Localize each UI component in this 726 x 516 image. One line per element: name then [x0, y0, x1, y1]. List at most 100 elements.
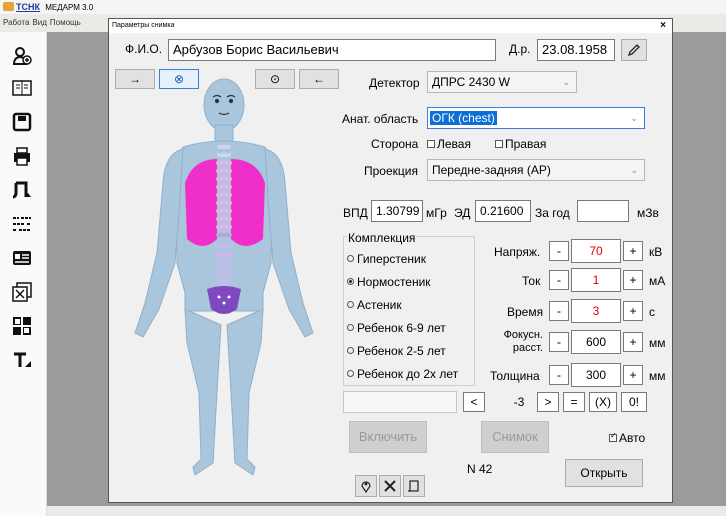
current-minus-button[interactable]: - [549, 270, 569, 290]
add-patient-icon[interactable] [10, 44, 34, 68]
anat-label: Анат. область [342, 112, 419, 126]
voltage-minus-button[interactable]: - [549, 241, 569, 261]
time-unit: с [649, 305, 655, 319]
focus-label-line1: Фокусн. [503, 329, 543, 341]
menu-work[interactable]: Работа [3, 18, 29, 27]
shot-button[interactable]: Снимок [481, 421, 549, 453]
build-option-child-under-2[interactable]: Ребенок до 2х лет [347, 367, 458, 381]
focus-minus-button[interactable]: - [549, 332, 569, 352]
time-minus-button[interactable]: - [549, 301, 569, 321]
thickness-label: Толщина [490, 369, 540, 383]
focus-label: Фокусн. расст. [497, 329, 543, 355]
detector-select[interactable]: ДПРС 2430 W ⌄ [427, 71, 577, 93]
time-label: Время [507, 305, 544, 319]
voltage-unit: кВ [649, 245, 663, 259]
build-option-child-6-9[interactable]: Ребенок 6-9 лет [347, 321, 446, 335]
voltage-plus-button[interactable]: + [623, 241, 643, 261]
build-option-text: Ребенок 6-9 лет [357, 321, 446, 335]
body-silhouette[interactable] [113, 63, 341, 491]
side-right-checkbox[interactable]: Правая [495, 137, 546, 151]
vpd-unit: мГр [426, 206, 447, 220]
id-card-icon[interactable] [10, 246, 34, 270]
build-option-asthenic[interactable]: Астеник [347, 298, 402, 312]
build-option-text: Нормостеник [357, 275, 431, 289]
build-option-text: Ребенок 2-5 лет [357, 344, 446, 358]
app-title: МЕДАРМ 3.0 [45, 3, 94, 12]
auto-checkbox[interactable]: Авто [609, 431, 645, 445]
close-window-icon[interactable] [10, 280, 34, 304]
checkbox-icon [427, 139, 435, 148]
time-field[interactable]: 3 [571, 299, 621, 323]
build-option-text: Астеник [357, 298, 402, 312]
focus-field[interactable]: 600 [571, 330, 621, 354]
text-tool-icon[interactable] [10, 348, 34, 372]
fio-label: Ф.И.О. [125, 42, 163, 56]
thickness-minus-button[interactable]: - [549, 365, 569, 385]
wrench-icon [384, 480, 396, 492]
calc-lt-button[interactable]: < [463, 392, 485, 412]
current-label: Ток [522, 274, 541, 288]
save-icon[interactable] [10, 110, 34, 134]
focus-label-line2: расст. [512, 342, 543, 354]
menu-help[interactable]: Помощь [50, 18, 81, 27]
side-left-checkbox[interactable]: Левая [427, 137, 471, 151]
current-field[interactable]: 1 [571, 268, 621, 292]
calc-gt-button[interactable]: > [537, 392, 559, 412]
calc-display[interactable] [343, 391, 457, 413]
fio-field[interactable]: Арбузов Борис Васильевич [168, 39, 496, 61]
grid-icon[interactable] [10, 314, 34, 338]
projection-select[interactable]: Передне-задняя (AP) ⌄ [427, 159, 645, 181]
checkbox-icon [495, 139, 503, 148]
vpd-label: ВПД [343, 206, 368, 220]
radio-icon [347, 301, 354, 309]
journal-icon[interactable] [10, 178, 34, 202]
radio-icon [347, 370, 354, 378]
side-right-text: Правая [505, 137, 547, 151]
status-strip [46, 506, 726, 516]
shot-parameters-dialog: Параметры снимка × Ф.И.О. Арбузов Борис … [108, 18, 673, 503]
dob-label: Д.р. [509, 42, 531, 56]
detector-label: Детектор [369, 76, 420, 90]
auto-text: Авто [619, 431, 646, 445]
book-icon[interactable] [10, 76, 34, 100]
app-logo-icon [3, 2, 14, 11]
menu-view[interactable]: Вид [32, 18, 46, 27]
chevron-down-icon: ⌄ [630, 165, 638, 175]
thickness-plus-button[interactable]: + [623, 365, 643, 385]
build-option-normosthenic[interactable]: Нормостеник [347, 275, 431, 289]
projection-label: Проекция [364, 164, 418, 178]
enable-button[interactable]: Включить [349, 421, 427, 453]
app-titlebar: ТСНК МЕДАРМ 3.0 [0, 0, 726, 14]
anat-value: ОГК (chest) [430, 111, 497, 125]
anat-select[interactable]: ОГК (chest) ⌄ [427, 107, 645, 129]
print-icon[interactable] [10, 144, 34, 168]
dialog-title: Параметры снимка [112, 22, 175, 29]
left-toolbar [0, 32, 47, 516]
open-button[interactable]: Открыть [565, 459, 643, 487]
build-option-child-2-5[interactable]: Ребенок 2-5 лет [347, 344, 446, 358]
radio-selected-icon [347, 278, 354, 286]
voltage-field[interactable]: 70 [571, 239, 621, 263]
side-label: Сторона [371, 137, 419, 151]
edit-patient-button[interactable] [621, 39, 647, 61]
radio-icon [347, 324, 354, 332]
page-button[interactable] [403, 475, 425, 497]
close-button[interactable]: × [658, 21, 668, 31]
focus-plus-button[interactable]: + [623, 332, 643, 352]
chevron-down-icon: ⌄ [630, 113, 638, 123]
time-plus-button[interactable]: + [623, 301, 643, 321]
dob-field[interactable]: 23.08.1958 [537, 39, 615, 61]
location-button[interactable] [355, 475, 377, 497]
dialog-titlebar: Параметры снимка [109, 19, 672, 33]
calc-zero-button[interactable]: 0! [621, 392, 647, 412]
current-plus-button[interactable]: + [623, 270, 643, 290]
thickness-field[interactable]: 300 [571, 363, 621, 387]
calc-x-button[interactable]: (X) [589, 392, 617, 412]
build-option-text: Гиперстеник [357, 252, 426, 266]
tools-button[interactable] [379, 475, 401, 497]
list-settings-icon[interactable] [10, 212, 34, 236]
calc-eq-button[interactable]: = [563, 392, 585, 412]
radio-icon [347, 255, 354, 263]
build-option-hypersthenic[interactable]: Гиперстеник [347, 252, 426, 266]
year-unit: мЗв [637, 206, 659, 220]
